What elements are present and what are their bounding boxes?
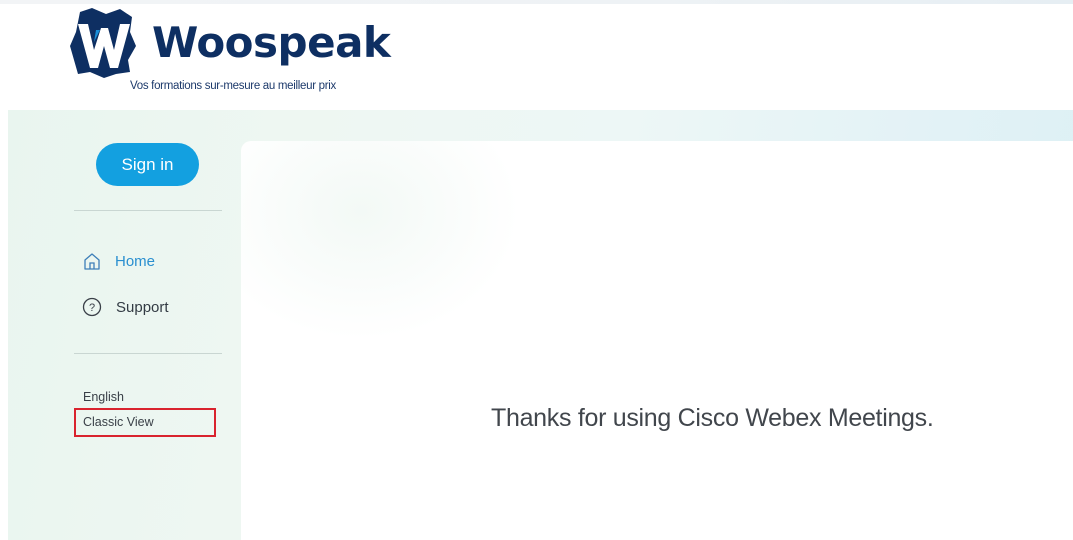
panel-glow [241,141,521,341]
language-selector[interactable]: English [83,390,124,404]
classic-view-link[interactable]: Classic View [74,408,216,437]
thanks-message: Thanks for using Cisco Webex Meetings. [491,404,934,432]
sidebar-item-label: Home [115,252,156,270]
sidebar-item-label: Support [116,298,169,316]
left-edge [0,110,8,540]
sidebar-divider-top [74,210,222,211]
site-header: Woospeak Vos formations sur-mesure au me… [0,0,1073,110]
svg-text:?: ? [89,302,95,314]
main-panel: Thanks for using Cisco Webex Meetings. [241,141,1073,540]
top-strip [0,0,1073,4]
webex-page: Woospeak Vos formations sur-mesure au me… [0,0,1073,540]
woospeak-logo[interactable]: Woospeak Vos formations sur-mesure au me… [70,8,391,98]
sign-in-button[interactable]: Sign in [96,143,199,186]
sidebar: Sign in Home ? Support English Classic V… [8,110,240,540]
sidebar-divider-bottom [74,353,222,354]
brand-name: Woospeak [152,18,391,67]
sidebar-item-home[interactable]: Home [82,249,155,273]
sidebar-item-support[interactable]: ? Support [82,295,169,319]
help-circle-icon: ? [82,297,102,317]
brand-tagline: Vos formations sur-mesure au meilleur pr… [130,80,336,92]
woospeak-w-logo-icon [70,8,136,78]
home-icon [84,253,100,270]
